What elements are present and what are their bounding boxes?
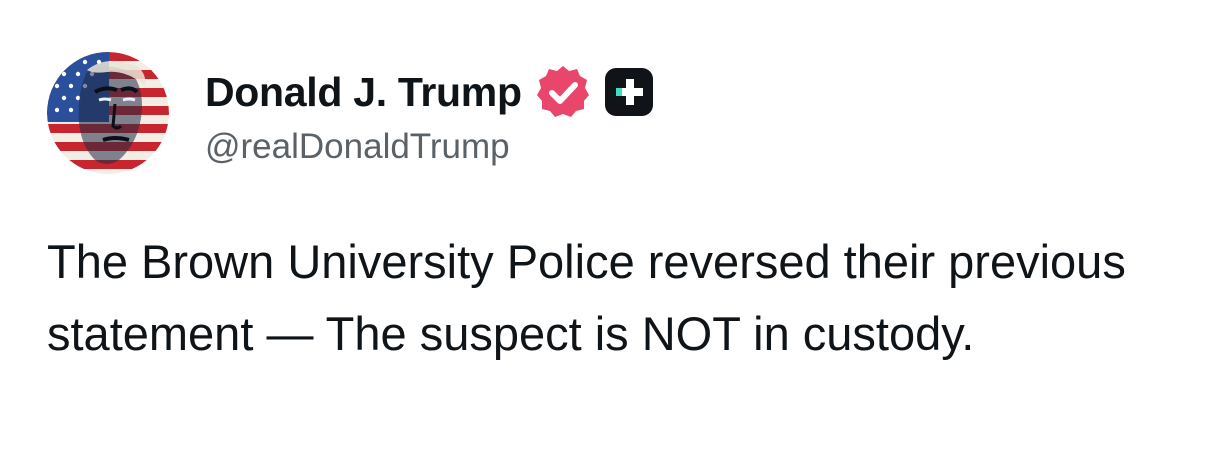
flag-portrait-avatar-icon [47, 52, 169, 174]
verified-badge-icon [534, 63, 592, 121]
post-text: The Brown University Police reversed the… [47, 235, 1126, 360]
display-name[interactable]: Donald J. Trump [205, 69, 522, 116]
post-card: Donald J. Trump @realDonaldTrump The Bro… [0, 0, 1206, 467]
avatar[interactable] [47, 52, 169, 174]
plus-badge-icon [604, 67, 654, 117]
user-handle[interactable]: @realDonaldTrump [205, 127, 510, 167]
author-name-row: Donald J. Trump [205, 64, 654, 120]
